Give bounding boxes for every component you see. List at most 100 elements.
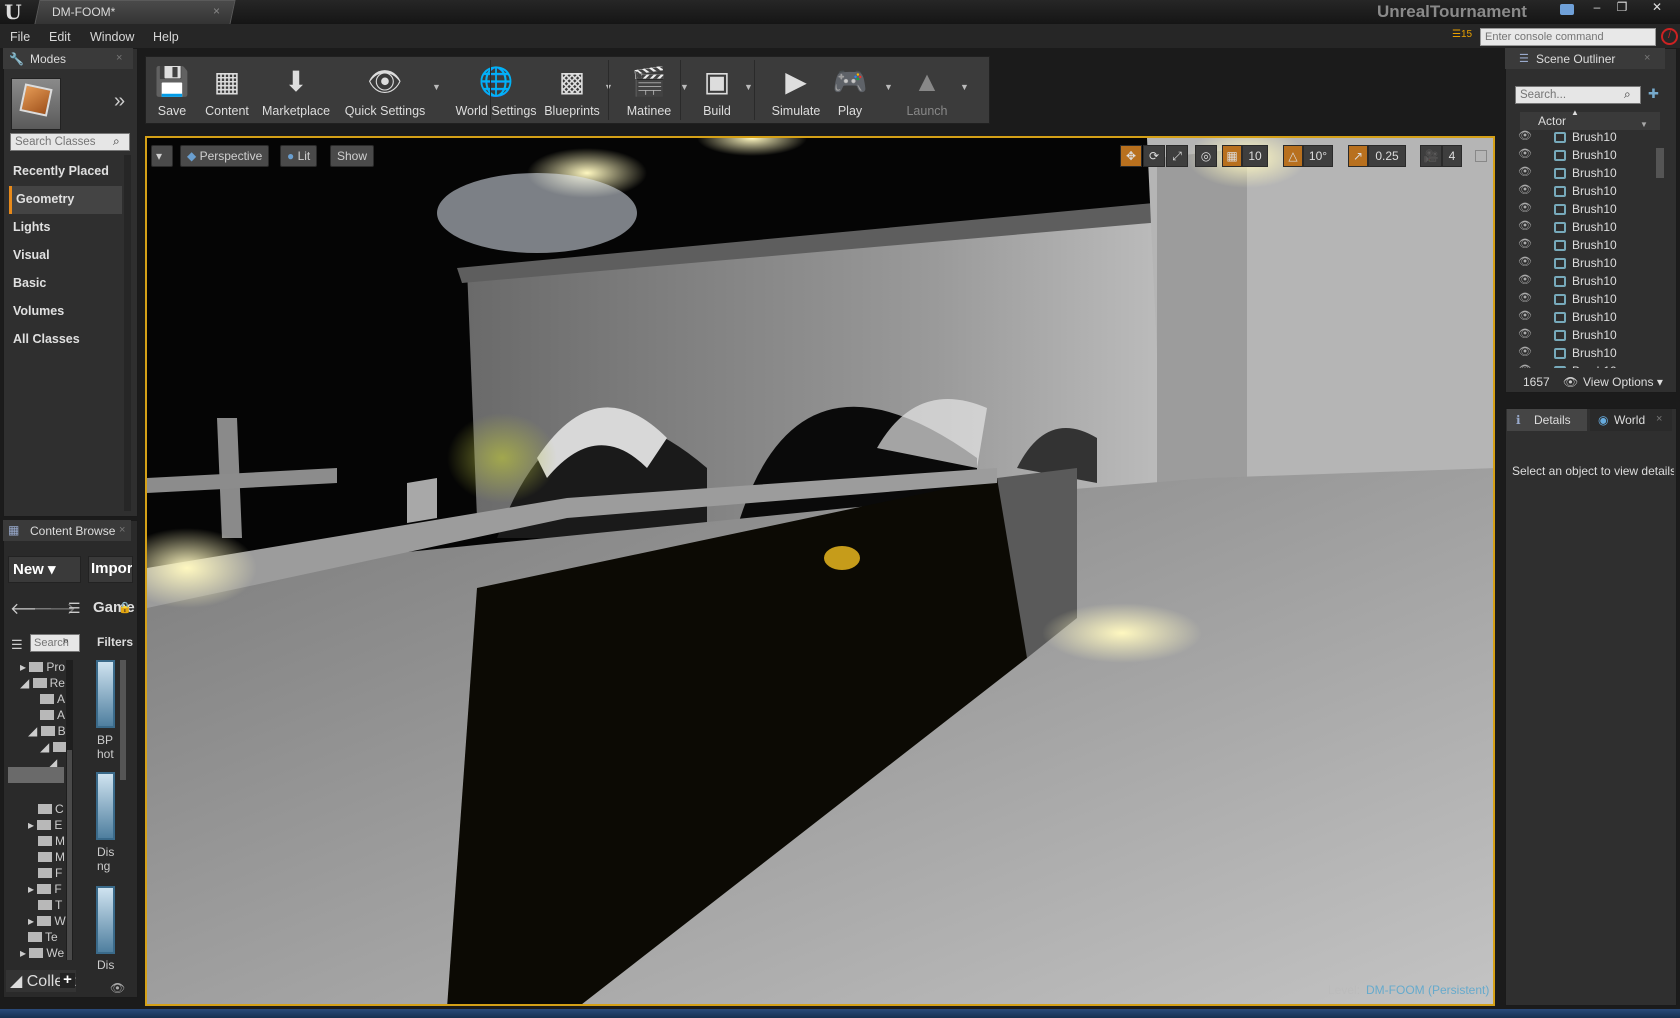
console-clear-icon[interactable]: / [1661,28,1678,45]
world-settings-tab-label[interactable]: World [1614,413,1645,427]
view-options-button[interactable]: View Options ▾ [1583,375,1663,389]
scale-icon[interactable]: ⤢ [1166,145,1188,167]
category-basic[interactable]: Basic [9,270,122,298]
outliner-row[interactable]: 👁 Brush10 [1510,200,1658,218]
category-visual[interactable]: Visual [9,242,122,270]
visibility-eye-icon[interactable]: 👁 [1518,183,1532,196]
camera-speed-icon[interactable]: 🎥 [1420,145,1442,167]
rotate-icon[interactable]: ⟳ [1143,145,1165,167]
visibility-eye-icon[interactable]: 👁 [1518,237,1532,250]
source-list-icon[interactable]: ☰ [68,600,81,617]
menu-window[interactable]: Window [90,30,134,44]
notifications-icon[interactable]: ☰15 [1452,29,1472,43]
tree-toggle-icon[interactable]: ☰ [11,637,23,653]
visibility-eye-icon[interactable]: 👁 [1518,219,1532,232]
marketplace-button[interactable]: ⬇ Marketplace [256,56,336,124]
level-viewport[interactable] [145,136,1495,1006]
save-button[interactable]: 💾 Save [149,56,195,124]
search-classes-input[interactable] [10,133,130,151]
tree-item[interactable]: ◢ B [28,724,66,738]
tree-item[interactable]: A [40,708,65,722]
category-scrollbar[interactable] [124,155,131,511]
import-button[interactable]: Import [88,556,133,583]
outliner-row[interactable]: 👁 Brush10 [1510,290,1658,308]
view-options-eye-icon[interactable]: 👁 [110,981,125,995]
tree-item[interactable]: C [38,802,64,816]
asset-thumbnail[interactable] [96,660,115,728]
outliner-row[interactable]: 👁 Brush10 [1510,362,1658,368]
visibility-eye-icon[interactable]: 👁 [1518,273,1532,286]
tree-item[interactable]: Te [28,930,58,944]
dropdown-arrow-icon[interactable]: ▼ [432,82,441,92]
content-button[interactable]: ▦ Content [200,56,254,124]
maximize-button[interactable]: ❐ [1610,0,1634,16]
document-tab-label[interactable]: DM-FOOM* [52,5,115,19]
outliner-row[interactable]: 👁 Brush10 [1510,146,1658,164]
visibility-eye-icon[interactable]: 👁 [1518,129,1532,142]
outliner-row[interactable]: 👁 Brush10 [1510,164,1658,182]
tree-item[interactable]: ▸ F [28,882,62,896]
tree-item[interactable]: A [40,692,65,706]
asset-scrollbar[interactable] [120,660,126,780]
maximize-viewport-icon[interactable] [1475,150,1487,162]
content-browser-close-icon[interactable]: × [119,524,125,536]
outliner-row[interactable]: 👁 Brush10 [1510,326,1658,344]
console-command-input[interactable] [1480,28,1656,46]
document-tab-close-icon[interactable]: × [213,4,220,18]
outliner-scrollbar-thumb[interactable] [1656,148,1664,178]
visibility-eye-icon[interactable]: 👁 [1518,201,1532,214]
tree-item[interactable]: ▸ Pro [20,660,65,674]
feedback-icon[interactable] [1560,4,1574,15]
visibility-eye-icon[interactable]: 👁 [1518,363,1532,368]
outliner-row[interactable]: 👁 Brush10 [1510,236,1658,254]
tree-item[interactable]: M [38,834,65,848]
outliner-row[interactable]: 👁 Brush10 [1510,128,1658,146]
scale-snap-value[interactable]: 0.25 [1368,145,1406,167]
add-collection-icon[interactable]: + [60,972,75,988]
close-window-button[interactable]: ✕ [1645,0,1669,16]
perspective-button[interactable]: ◆ Perspective [180,145,270,167]
modes-close-icon[interactable]: × [116,52,122,64]
world-tab-close-icon[interactable]: × [1656,413,1662,425]
category-lights[interactable]: Lights [9,214,122,242]
camera-speed-value[interactable]: 4 [1442,145,1462,167]
lock-icon[interactable]: 🔒 [118,601,132,614]
outliner-search-input[interactable] [1515,86,1641,104]
rotation-snap-icon[interactable]: △ [1283,145,1303,167]
category-all-classes[interactable]: All Classes [9,326,122,354]
menu-file[interactable]: File [10,30,30,44]
play-button[interactable]: 🎮 Play [812,56,888,124]
visibility-eye-icon[interactable]: 👁 [1518,291,1532,304]
category-recently-placed[interactable]: Recently Placed [9,158,122,186]
visibility-eye-icon[interactable]: 👁 [1518,345,1532,358]
category-geometry[interactable]: Geometry [9,186,122,214]
tree-item[interactable]: ▸ W [28,914,66,928]
menu-help[interactable]: Help [153,30,179,44]
scale-snap-icon[interactable]: ↗ [1348,145,1368,167]
visibility-eye-icon[interactable]: 👁 [1518,255,1532,268]
rotation-snap-value[interactable]: 10° [1303,145,1333,167]
create-folder-icon[interactable]: ✚ [1648,86,1659,102]
quick-settings-button[interactable]: 👁 Quick Settings [334,56,436,124]
launch-button[interactable]: ▲ Launch [890,56,964,124]
outliner-row[interactable]: 👁 Brush10 [1510,182,1658,200]
tree-item[interactable]: ◢ Re [20,676,65,690]
tree-item[interactable]: F [38,866,62,880]
dropdown-arrow-icon[interactable]: ▼ [744,82,753,92]
grid-snap-value[interactable]: 10 [1242,145,1268,167]
unreal-logo-icon[interactable]: U [3,2,23,22]
outliner-row[interactable]: 👁 Brush10 [1510,254,1658,272]
outliner-row[interactable]: 👁 Brush10 [1510,272,1658,290]
outliner-row[interactable]: 👁 Brush10 [1510,308,1658,326]
tree-selected-item[interactable] [8,767,64,783]
outliner-close-icon[interactable]: × [1644,52,1650,64]
tree-item[interactable]: T [38,898,62,912]
more-modes-icon[interactable]: » [114,90,125,113]
visibility-eye-icon[interactable]: 👁 [1518,327,1532,340]
os-taskbar[interactable] [0,1009,1680,1018]
tree-scrollbar-thumb[interactable] [67,750,72,960]
filters-button[interactable]: Filters [97,635,133,649]
category-volumes[interactable]: Volumes [9,298,122,326]
visibility-eye-icon[interactable]: 👁 [1518,147,1532,160]
visibility-eye-icon[interactable]: 👁 [1518,309,1532,322]
